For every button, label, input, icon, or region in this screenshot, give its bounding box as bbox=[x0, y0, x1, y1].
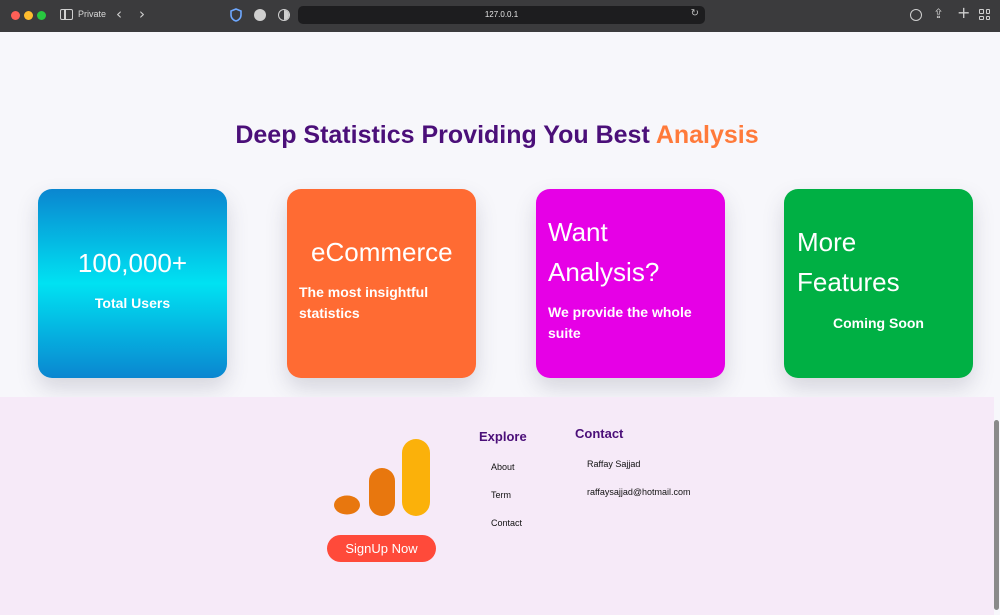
card-value: 100,000+ bbox=[77, 248, 188, 278]
analytics-logo-icon bbox=[334, 439, 430, 516]
url-text: 127.0.0.1 bbox=[484, 10, 519, 19]
reload-icon[interactable]: ↻ bbox=[691, 8, 699, 19]
contact-heading: Contact bbox=[575, 426, 624, 441]
analysis-card: Want Analysis? We provide the whole suit… bbox=[536, 189, 725, 378]
card-title: More Features bbox=[797, 227, 900, 297]
footer-link-about[interactable]: About bbox=[491, 462, 515, 472]
tab-overview-icon[interactable] bbox=[979, 9, 990, 20]
card-title: eCommerce bbox=[311, 237, 453, 267]
headline-accent: Analysis bbox=[655, 121, 759, 149]
private-mode-label: Private bbox=[78, 9, 107, 19]
close-window-button[interactable] bbox=[11, 11, 20, 20]
card-caption: The most insightful statistics bbox=[299, 284, 429, 321]
ecommerce-card: eCommerce The most insightful statistics bbox=[287, 189, 476, 378]
sidebar-toggle-icon[interactable] bbox=[60, 9, 73, 20]
card-caption: Coming Soon bbox=[833, 315, 924, 331]
reader-mode-icon[interactable] bbox=[278, 9, 290, 21]
statistics-headline: Deep Statistics Providing You Best Analy… bbox=[0, 121, 994, 150]
minimize-window-button[interactable] bbox=[24, 11, 33, 20]
signup-button[interactable]: SignUp Now bbox=[327, 535, 436, 562]
footer-link-term[interactable]: Term bbox=[491, 490, 511, 500]
forward-arrow-icon[interactable]: › bbox=[139, 6, 145, 22]
total-users-card: 100,000+ Total Users bbox=[38, 189, 227, 378]
extension-icon[interactable] bbox=[254, 9, 266, 21]
downloads-icon[interactable] bbox=[910, 9, 922, 21]
browser-toolbar: Private ‹ › 127.0.0.1 ↻ ⇪ + bbox=[0, 0, 1000, 32]
card-title: Want Analysis? bbox=[548, 217, 660, 287]
contact-name: Raffay Sajjad bbox=[587, 459, 641, 469]
headline-main: Deep Statistics Providing You Best bbox=[235, 121, 656, 149]
new-tab-icon[interactable]: + bbox=[957, 5, 970, 21]
footer-link-contact[interactable]: Contact bbox=[491, 518, 522, 528]
maximize-window-button[interactable] bbox=[37, 11, 46, 20]
page-scrollbar[interactable] bbox=[994, 420, 999, 610]
privacy-shield-icon[interactable] bbox=[230, 8, 242, 22]
card-caption: Total Users bbox=[94, 295, 171, 311]
back-arrow-icon[interactable]: ‹ bbox=[116, 6, 122, 22]
share-icon[interactable]: ⇪ bbox=[933, 7, 944, 23]
card-caption: We provide the whole suite bbox=[548, 304, 692, 341]
more-features-card: More Features Coming Soon bbox=[784, 189, 973, 378]
contact-email[interactable]: raffaysajjad@hotmail.com bbox=[587, 487, 691, 497]
address-bar[interactable]: 127.0.0.1 ↻ bbox=[298, 6, 705, 24]
explore-heading: Explore bbox=[479, 429, 527, 444]
